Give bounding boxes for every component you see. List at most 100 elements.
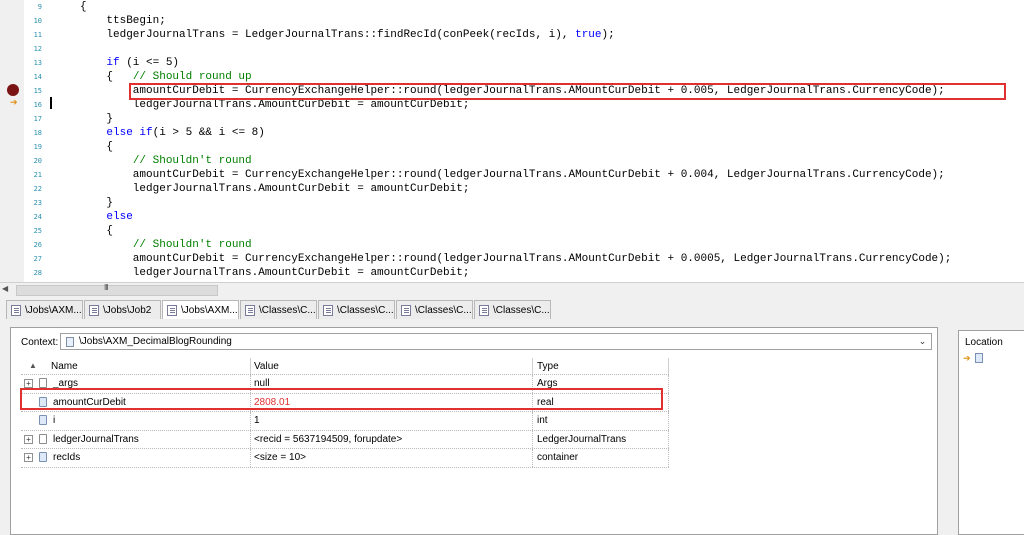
scroll-left-icon[interactable]: ◀ xyxy=(2,284,8,293)
variables-grid: ▲ Name Value Type + _args null Args amountCu… xyxy=(21,358,669,468)
document-icon xyxy=(401,305,411,316)
document-tab[interactable]: \Classes\C... xyxy=(474,300,551,319)
location-header[interactable]: Location xyxy=(965,337,1003,348)
variable-value: <recid = 5637194509, forupdate> xyxy=(254,433,403,445)
document-tab[interactable]: \Jobs\AXM... xyxy=(6,300,83,319)
line-number: 20 xyxy=(33,157,42,165)
line-number: 10 xyxy=(33,17,42,25)
line-numbers: 9 10 11 12 13 14 15 16 17 18 19 20 21 22 23 24 25 26 27 28 xyxy=(24,0,52,282)
variable-row[interactable]: + recIds <size = 10> container xyxy=(21,449,669,468)
code-line[interactable]: amountCurDebit = CurrencyExchangeHelper:… xyxy=(80,168,945,182)
document-icon xyxy=(167,305,177,316)
code-line[interactable]: { // Should round up xyxy=(80,70,251,84)
document-icon xyxy=(323,305,333,316)
grid-header: ▲ Name Value Type xyxy=(21,358,669,375)
column-header-name[interactable]: Name xyxy=(51,361,78,372)
context-dropdown[interactable]: \Jobs\AXM_DecimalBlogRounding ⌄ xyxy=(60,333,932,350)
variables-panel: Context: \Jobs\AXM_DecimalBlogRounding ⌄… xyxy=(10,327,938,535)
code-line[interactable]: { xyxy=(80,0,87,14)
current-line-arrow-icon: ➔ xyxy=(10,97,18,107)
current-frame-arrow-icon: ➔ xyxy=(963,353,971,363)
variable-row[interactable]: i 1 int xyxy=(21,412,669,431)
document-tab[interactable]: \Classes\C... xyxy=(396,300,473,319)
code-line[interactable]: amountCurDebit = CurrencyExchangeHelper:… xyxy=(80,252,952,266)
document-icon xyxy=(89,305,99,316)
variable-value: 1 xyxy=(254,415,260,426)
tab-label: \Classes\C... xyxy=(493,305,550,316)
breakpoint-icon[interactable] xyxy=(7,84,19,96)
code-line[interactable]: ledgerJournalTrans = LedgerJournalTrans:… xyxy=(80,28,614,42)
code-line[interactable]: // Shouldn't round xyxy=(80,154,252,168)
variable-name: recIds xyxy=(53,452,81,463)
variable-icon xyxy=(39,415,47,425)
context-value: \Jobs\AXM_DecimalBlogRounding xyxy=(79,336,232,347)
line-number: 21 xyxy=(33,171,42,179)
line-number: 13 xyxy=(33,59,42,67)
document-tab[interactable]: \Jobs\Job2 xyxy=(84,300,161,319)
tab-label: \Classes\C... xyxy=(259,305,316,316)
line-number: 19 xyxy=(33,143,42,151)
document-tab[interactable]: \Classes\C... xyxy=(318,300,395,319)
column-header-type[interactable]: Type xyxy=(537,361,559,372)
highlight-box-code xyxy=(129,83,1006,100)
expand-icon[interactable]: + xyxy=(24,453,33,462)
code-line[interactable]: ledgerJournalTrans.AmountCurDebit = amou… xyxy=(80,266,470,280)
document-icon xyxy=(11,305,21,316)
code-line[interactable]: } xyxy=(80,112,113,126)
variable-name: i xyxy=(53,415,56,426)
expand-icon[interactable]: + xyxy=(24,434,33,444)
document-icon xyxy=(245,305,255,316)
scrollbar-grip: III xyxy=(104,283,109,292)
code-line[interactable]: } xyxy=(80,196,113,210)
horizontal-scrollbar[interactable]: ◀ III xyxy=(0,282,1024,296)
line-number: 18 xyxy=(33,129,42,137)
chevron-down-icon[interactable]: ⌄ xyxy=(916,335,929,348)
code-line[interactable]: if (i <= 5) xyxy=(80,56,179,70)
line-number: 23 xyxy=(33,199,42,207)
expand-icon[interactable]: + xyxy=(24,379,33,388)
line-number: 9 xyxy=(37,3,42,11)
code-line[interactable]: else xyxy=(80,210,132,224)
job-icon xyxy=(975,353,983,363)
tab-label: \Jobs\AXM... xyxy=(181,305,238,316)
sort-up-icon[interactable]: ▲ xyxy=(29,361,37,370)
line-number: 24 xyxy=(33,213,42,221)
table-icon xyxy=(39,433,47,444)
line-number: 22 xyxy=(33,185,42,193)
code-editor[interactable]: ➔ 9 10 11 12 13 14 15 16 17 18 19 20 21 22 23 24 25 26 27 2… xyxy=(0,0,1024,282)
context-label: Context: xyxy=(21,337,59,348)
variable-name: ledgerJournalTrans xyxy=(53,433,139,445)
highlight-box-variable xyxy=(20,388,663,410)
variable-type: LedgerJournalTrans xyxy=(537,433,627,445)
variable-value: <size = 10> xyxy=(254,452,306,463)
variable-type: int xyxy=(537,415,548,426)
line-number: 16 xyxy=(33,101,42,109)
document-tab-bar: \Jobs\AXM... \Jobs\Job2 \Jobs\AXM... \Class… xyxy=(0,298,1024,322)
code-line[interactable]: { xyxy=(80,140,113,154)
document-tab[interactable]: \Jobs\AXM... xyxy=(162,300,239,319)
variable-row[interactable]: + ledgerJournalTrans <recid = 5637194509, … xyxy=(21,430,669,449)
table-icon xyxy=(39,378,47,388)
column-header-value[interactable]: Value xyxy=(254,361,279,372)
document-tab[interactable]: \Classes\C... xyxy=(240,300,317,319)
job-icon xyxy=(66,337,74,347)
line-number: 17 xyxy=(33,115,42,123)
line-number: 28 xyxy=(33,269,42,277)
line-number: 12 xyxy=(33,45,42,53)
variable-type: container xyxy=(537,452,579,463)
code-line[interactable]: ledgerJournalTrans.AmountCurDebit = amou… xyxy=(80,182,470,196)
tab-label: \Classes\C... xyxy=(415,305,472,316)
code-line[interactable]: else if(i > 5 && i <= 8) xyxy=(80,126,264,140)
code-line[interactable]: ttsBegin; xyxy=(80,14,165,28)
line-number: 25 xyxy=(33,227,42,235)
location-panel: Location ➔ xyxy=(958,330,1024,535)
code-line[interactable]: { xyxy=(80,224,113,238)
text-caret xyxy=(50,97,52,109)
tab-label: \Jobs\Job2 xyxy=(103,305,152,316)
line-number: 15 xyxy=(33,87,42,95)
line-number: 26 xyxy=(33,241,42,249)
scrollbar-thumb[interactable] xyxy=(16,285,218,296)
code-line[interactable]: // Shouldn't round xyxy=(80,238,252,252)
line-number: 27 xyxy=(33,255,42,263)
code-line[interactable]: ledgerJournalTrans.AmountCurDebit = amou… xyxy=(80,98,470,112)
